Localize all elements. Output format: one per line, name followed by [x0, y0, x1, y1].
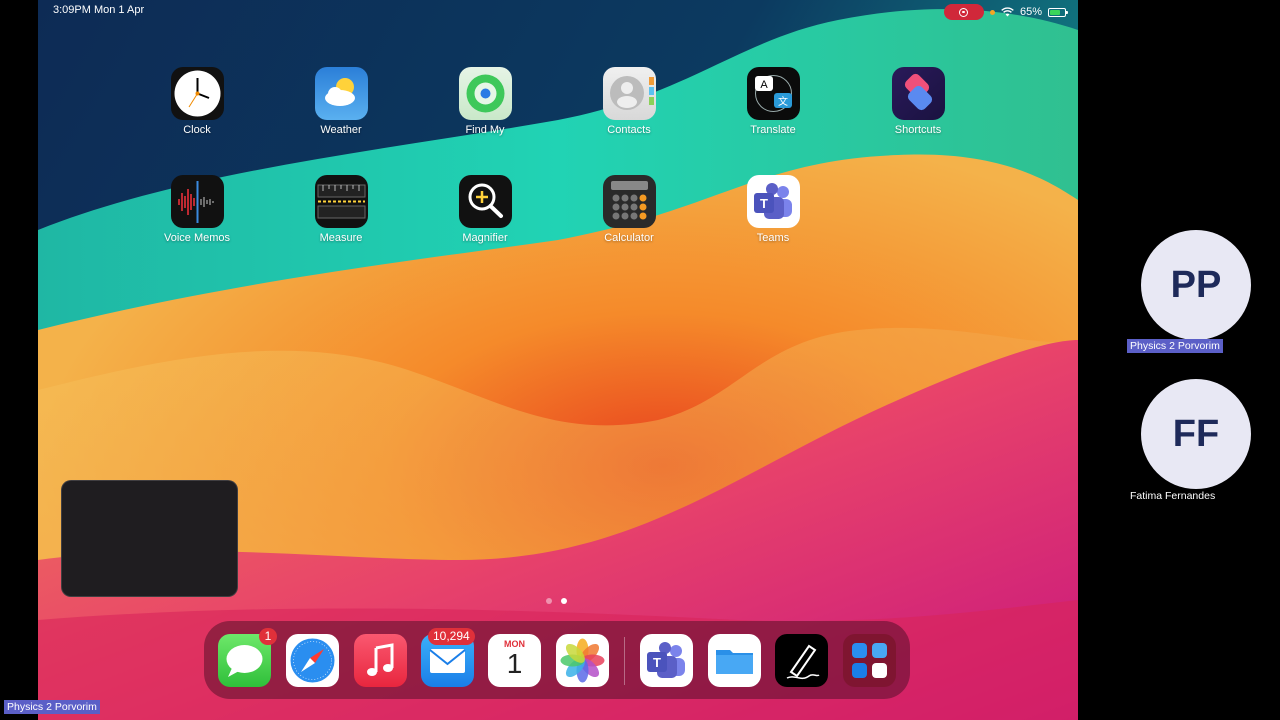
svg-text:T: T — [760, 196, 768, 211]
status-time: 3:09PM Mon 1 Apr — [53, 4, 145, 16]
translate-glyph-a: A — [760, 79, 768, 91]
app-label: Teams — [756, 232, 790, 244]
find-my-icon — [458, 67, 512, 120]
mail-badge: 10,294 — [428, 628, 475, 645]
dock: 1 10,294 MON 1 T — [204, 621, 910, 699]
translate-icon: A 文 — [746, 67, 800, 120]
app-label: Translate — [750, 124, 796, 136]
dock-messages[interactable]: 1 — [218, 628, 277, 687]
app-find-my[interactable]: Find My — [440, 67, 530, 136]
dock-files[interactable] — [708, 634, 761, 687]
app-clock[interactable]: Clock — [152, 67, 242, 136]
dock-app-library[interactable] — [843, 634, 896, 687]
dock-teams[interactable]: T — [640, 634, 693, 687]
svg-text:T: T — [653, 655, 661, 670]
weather-icon — [314, 67, 368, 120]
mic-in-use-dot — [989, 9, 995, 15]
battery-icon — [1048, 7, 1068, 17]
app-voice-memos[interactable]: Voice Memos — [152, 175, 242, 244]
participant-name-1: Physics 2 Porvorim — [1127, 339, 1223, 353]
participant-avatar-1[interactable]: PP — [1141, 230, 1251, 340]
translate-glyph-b: 文 — [778, 95, 788, 108]
contacts-icon — [602, 67, 656, 120]
app-label: Weather — [320, 124, 362, 136]
folder-icon — [716, 650, 753, 674]
messages-badge: 1 — [259, 628, 277, 645]
app-magnifier[interactable]: Magnifier — [440, 175, 530, 244]
dock-mail[interactable]: 10,294 — [421, 628, 475, 687]
app-weather[interactable]: Weather — [296, 67, 386, 136]
app-label: Clock — [183, 124, 211, 136]
app-label: Contacts — [607, 124, 651, 136]
app-shortcuts[interactable]: Shortcuts — [873, 67, 963, 136]
app-label: Find My — [465, 124, 505, 136]
app-label: Voice Memos — [163, 232, 231, 244]
participant-avatar-2[interactable]: FF — [1141, 379, 1251, 489]
page-dot — [546, 598, 552, 604]
teams-icon: T — [746, 175, 800, 228]
teams-icon: T — [647, 642, 685, 678]
calculator-icon — [602, 175, 656, 228]
app-translate[interactable]: A 文 Translate — [728, 67, 818, 136]
dock-separator — [624, 637, 625, 685]
status-right: 65% — [943, 4, 1068, 20]
app-contacts[interactable]: Contacts — [584, 67, 674, 136]
safari-icon — [290, 638, 335, 683]
clock-icon — [170, 67, 224, 120]
app-library-icon — [852, 643, 887, 678]
music-note-icon — [367, 643, 394, 676]
app-label: Measure — [319, 232, 363, 244]
battery-percent: 65% — [1019, 6, 1042, 18]
app-label: Magnifier — [462, 232, 508, 244]
screen-recording-indicator[interactable] — [943, 4, 984, 20]
dock-notes-drawing[interactable] — [775, 634, 828, 687]
app-measure[interactable]: Measure — [296, 175, 386, 244]
page-dot-active — [561, 598, 567, 604]
app-calculator[interactable]: Calculator — [584, 175, 674, 244]
magnifier-icon — [458, 175, 512, 228]
shortcuts-icon — [891, 67, 945, 120]
app-label: Shortcuts — [894, 124, 942, 136]
photos-icon — [560, 638, 605, 683]
dock-calendar[interactable]: MON 1 — [488, 634, 541, 687]
app-label: Calculator — [604, 232, 654, 244]
page-indicator[interactable] — [546, 598, 567, 604]
measure-icon — [314, 175, 368, 228]
dock-music[interactable] — [354, 634, 407, 687]
ipad-screen: 3:09PM Mon 1 Apr 65% Clock Weather Find … — [38, 0, 1078, 720]
voice-memos-icon — [170, 175, 224, 228]
wifi-icon — [1001, 7, 1014, 17]
dock-photos[interactable] — [556, 634, 609, 687]
calendar-date: 1 — [506, 648, 523, 679]
pen-icon — [786, 644, 820, 680]
self-view-label: Physics 2 Porvorim — [4, 700, 100, 714]
picture-in-picture-window[interactable] — [61, 480, 238, 597]
app-teams[interactable]: T Teams — [728, 175, 818, 244]
participant-name-2: Fatima Fernandes — [1130, 490, 1216, 502]
dock-safari[interactable] — [286, 634, 339, 687]
